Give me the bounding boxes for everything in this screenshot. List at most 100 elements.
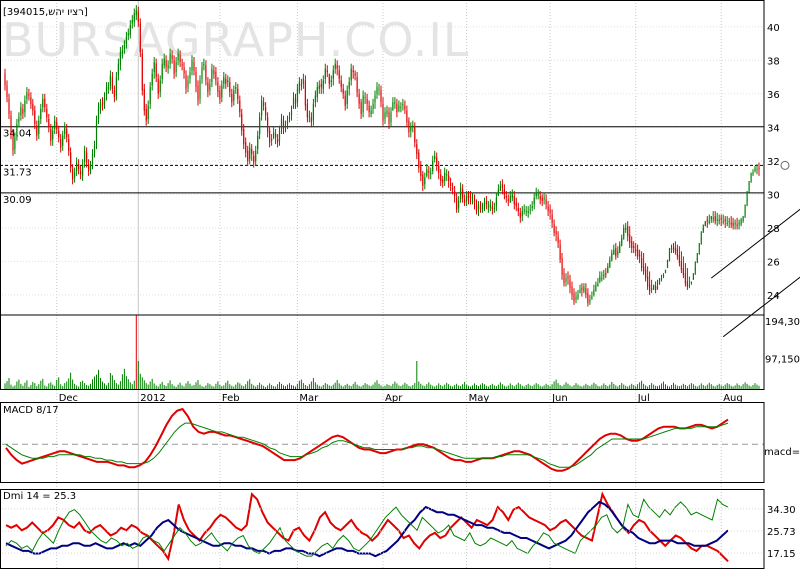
candle-body	[601, 278, 603, 280]
candle-body	[4, 73, 6, 86]
candle-body	[173, 60, 175, 74]
candle-body	[306, 103, 308, 118]
candle-body	[450, 182, 452, 186]
candle-body	[56, 122, 58, 129]
candle-body	[553, 224, 555, 233]
candle-body	[175, 62, 177, 73]
candle-body	[533, 197, 535, 205]
candle-body	[239, 100, 241, 113]
candle-body	[623, 227, 625, 240]
candle-body	[165, 60, 167, 67]
candle-body	[551, 214, 553, 223]
candle-body	[109, 75, 111, 86]
candle-body	[469, 196, 472, 198]
candle-body	[105, 87, 108, 96]
candle-body	[485, 201, 488, 205]
candle-body	[692, 273, 694, 280]
candle-body	[716, 219, 718, 221]
candle-body	[577, 294, 579, 299]
candle-body	[746, 191, 748, 207]
candle-body	[356, 77, 358, 93]
candle-body	[348, 82, 350, 89]
candle-body	[615, 248, 617, 257]
candle-body	[179, 55, 181, 62]
candle-body	[394, 102, 396, 104]
candle-body	[722, 221, 724, 223]
candle-body	[344, 95, 346, 106]
candle-body	[583, 286, 585, 292]
candle-body	[34, 110, 36, 124]
candle-body	[481, 207, 484, 209]
candle-body	[579, 289, 581, 294]
candle-body	[36, 125, 38, 136]
candle-body	[458, 201, 460, 208]
candle-body	[159, 80, 161, 93]
candle-body	[296, 88, 299, 103]
candle-body	[60, 139, 62, 148]
candle-body	[263, 102, 265, 106]
candle-body	[320, 83, 322, 88]
candle-body	[702, 224, 704, 233]
candle-body	[619, 244, 621, 253]
candle-body	[647, 276, 649, 287]
candle-body	[286, 120, 289, 124]
candle-body	[527, 211, 529, 213]
candle-body	[282, 120, 285, 129]
candle-body	[334, 63, 336, 69]
candle-body	[219, 90, 221, 99]
price-axis: 24 26 28 30 32 34 36 38 40	[767, 23, 780, 302]
candle-body	[662, 274, 665, 277]
candle-body	[617, 251, 619, 255]
candle-body	[66, 129, 68, 138]
candle-body	[440, 174, 442, 181]
candle-body	[559, 244, 561, 260]
candle-body	[547, 206, 549, 212]
candle-body	[744, 204, 746, 218]
candle-body	[664, 269, 667, 274]
candle-body	[563, 273, 565, 284]
candle-body	[217, 82, 219, 93]
candle-body	[589, 299, 591, 302]
candle-body	[181, 63, 183, 66]
candle-body	[631, 241, 633, 248]
price-tick-label: 36	[767, 90, 780, 101]
candle-body	[456, 197, 458, 210]
candle-body	[493, 207, 495, 209]
candle-body	[235, 87, 237, 89]
candle-body	[6, 85, 8, 98]
candle-body	[517, 207, 519, 212]
candle-body	[117, 63, 119, 76]
candle-body	[396, 103, 398, 113]
candle-body	[501, 184, 503, 188]
candle-body	[565, 278, 567, 282]
candle-body	[103, 97, 106, 104]
candle-body	[211, 68, 213, 83]
candle-body	[599, 276, 601, 282]
candle-body	[541, 197, 543, 202]
candle-body	[670, 248, 673, 250]
candle-body	[726, 222, 728, 224]
candle-body	[46, 108, 48, 118]
candle-body	[686, 281, 688, 287]
candle-body	[255, 150, 257, 161]
candle-body	[183, 67, 185, 74]
candle-body	[137, 11, 139, 22]
dmi-tick-label: 34.30	[767, 505, 796, 516]
price-tick-label: 30	[767, 190, 780, 201]
candle-body	[213, 70, 215, 74]
candle-body	[99, 103, 102, 109]
candle-body	[531, 206, 533, 208]
candle-body	[688, 284, 690, 286]
candle-body	[507, 199, 509, 202]
candle-body	[466, 196, 468, 201]
candle-body	[684, 273, 686, 284]
candle-body	[82, 164, 84, 176]
price-tick-label: 38	[767, 56, 780, 67]
candle-body	[233, 90, 235, 101]
candle-body	[700, 231, 702, 245]
candle-body	[376, 87, 378, 94]
candle-body	[366, 98, 368, 104]
candle-body	[354, 73, 356, 76]
volume-tick-label: 97,150	[765, 355, 800, 366]
candle-body	[430, 172, 432, 175]
